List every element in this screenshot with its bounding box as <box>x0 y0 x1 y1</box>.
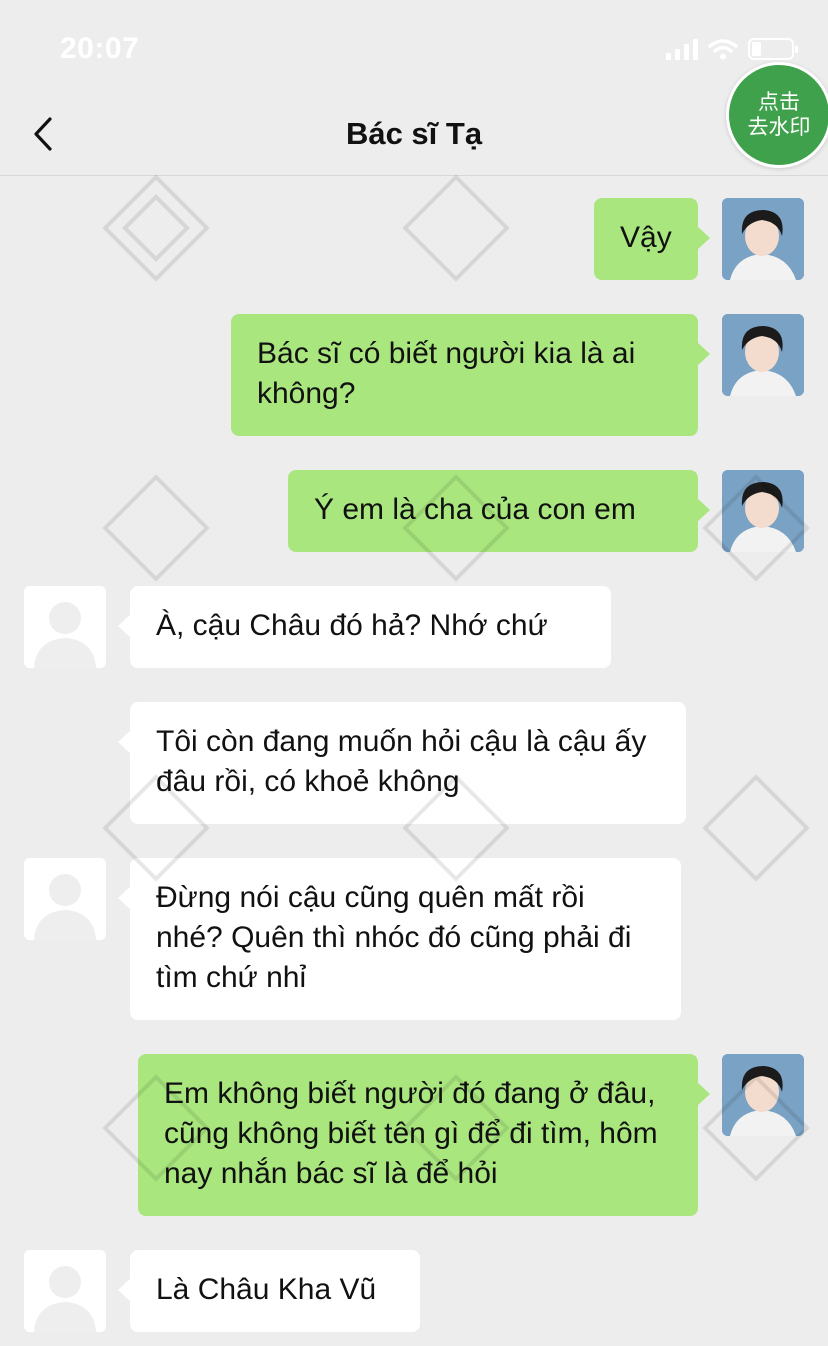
contact-avatar[interactable] <box>24 586 106 668</box>
my-avatar[interactable] <box>722 1054 804 1136</box>
remove-watermark-line1: 点击 <box>758 91 800 114</box>
default-avatar-icon <box>24 858 106 940</box>
remove-watermark-button[interactable]: 点击 去水印 <box>726 62 828 168</box>
status-icons <box>666 36 798 62</box>
profile-photo-icon <box>722 198 804 280</box>
contact-avatar[interactable] <box>24 858 106 940</box>
my-avatar[interactable] <box>722 470 804 552</box>
message-bubble[interactable]: Bác sĩ có biết người kia là ai không? <box>231 314 710 436</box>
status-bar: 20:07 <box>0 0 828 96</box>
profile-photo-icon <box>722 314 804 396</box>
profile-photo-icon <box>722 470 804 552</box>
message-list[interactable]: Vậy Bác sĩ có biết người kia là ai không… <box>0 177 828 1346</box>
status-time: 20:07 <box>60 32 140 65</box>
contact-avatar[interactable] <box>24 1250 106 1332</box>
message-bubble[interactable]: Tôi còn đang muốn hỏi cậu là cậu ấy đâu … <box>118 702 686 824</box>
message-bubble[interactable]: Ý em là cha của con em <box>288 470 710 552</box>
chat-header: Bác sĩ Tạ <box>0 96 828 176</box>
message-bubble[interactable]: Đừng nói cậu cũng quên mất rồi nhé? Quên… <box>118 858 681 1020</box>
chat-title: Bác sĩ Tạ <box>345 116 483 151</box>
wifi-icon <box>708 39 738 60</box>
profile-photo-icon <box>722 1054 804 1136</box>
message-bubble[interactable]: Vậy <box>594 198 710 280</box>
message-bubble[interactable]: Là Châu Kha Vũ <box>118 1250 420 1332</box>
cellular-signal-icon <box>666 38 698 60</box>
message-bubble[interactable]: Em không biết người đó đang ở đâu, cũng … <box>138 1054 710 1216</box>
battery-icon <box>748 38 798 60</box>
default-avatar-icon <box>24 586 106 668</box>
my-avatar[interactable] <box>722 314 804 396</box>
default-avatar-icon <box>24 1250 106 1332</box>
message-bubble[interactable]: À, cậu Châu đó hả? Nhớ chứ <box>118 586 611 668</box>
remove-watermark-line2: 去水印 <box>747 116 811 139</box>
my-avatar[interactable] <box>722 198 804 280</box>
